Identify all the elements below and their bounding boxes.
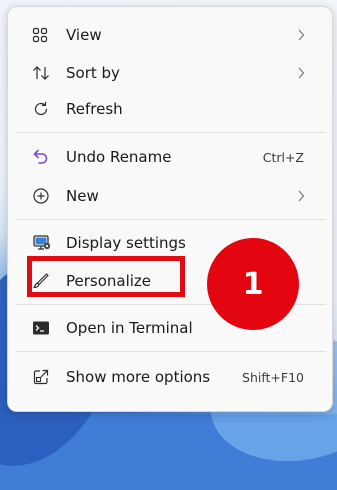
menu-separator [16,132,326,133]
menu-item-refresh[interactable]: Refresh [14,93,326,125]
menu-item-label: Show more options [66,368,211,386]
menu-item-new[interactable]: New [14,180,326,212]
undo-icon [32,147,66,167]
menu-item-view[interactable]: View [14,19,326,51]
menu-item-label: New [66,187,99,205]
sort-icon [32,63,66,83]
menu-item-label: Open in Terminal [66,319,193,337]
chevron-right-icon [296,66,306,80]
desktop-context-menu: View Sort by Refresh Undo Rename Ctrl+Z … [7,6,333,412]
menu-item-label: Undo Rename [66,148,172,166]
keyboard-shortcut: Shift+F10 [242,369,304,385]
menu-item-label: Display settings [66,234,186,252]
menu-item-undo-rename[interactable]: Undo Rename Ctrl+Z [14,141,326,173]
annotation-highlight-box [27,256,185,297]
menu-item-label: Refresh [66,100,123,118]
share-out-icon [32,367,66,387]
display-icon [32,233,66,253]
chevron-right-icon [296,28,306,42]
menu-separator [16,219,326,220]
chevron-right-icon [296,189,306,203]
menu-item-sort-by[interactable]: Sort by [14,57,326,89]
annotation-step-badge: 1 [207,238,299,330]
keyboard-shortcut: Ctrl+Z [262,149,304,165]
menu-item-show-more-options[interactable]: Show more options Shift+F10 [14,361,326,393]
terminal-icon [32,318,66,338]
refresh-icon [32,99,66,119]
add-circle-icon [32,186,66,206]
menu-separator [16,351,326,352]
menu-item-label: View [66,26,102,44]
menu-item-label: Sort by [66,64,120,82]
grid-view-icon [32,25,66,45]
step-number: 1 [242,266,264,302]
